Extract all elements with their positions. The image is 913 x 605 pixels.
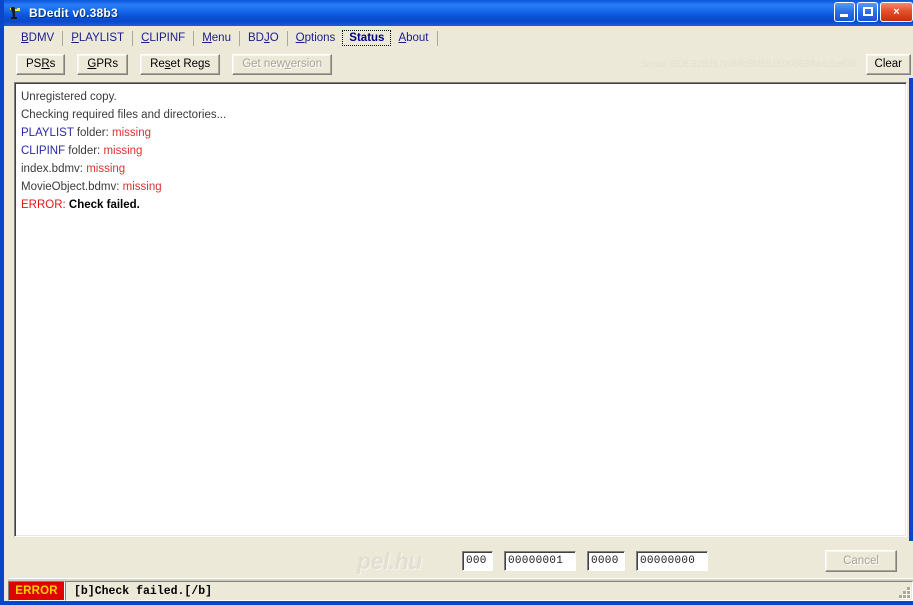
status-log-segment: MovieObject.bdmv: (21, 181, 123, 193)
menu-divider (193, 30, 195, 46)
maximize-icon (863, 7, 873, 16)
menu-divider (238, 30, 240, 46)
status-log-line: index.bdmv: missing (19, 160, 902, 178)
status-log-list: Unregistered copy. Checking required file… (19, 88, 902, 214)
field-3digit[interactable]: 000 (462, 551, 493, 571)
minimize-button[interactable] (834, 2, 855, 22)
menu-item-playlist[interactable]: PLAYLIST (64, 30, 131, 46)
cancel-button[interactable]: Cancel (825, 550, 897, 572)
status-log-line: CLIPINF folder: missing (19, 142, 902, 160)
status-badge: ERROR (8, 581, 65, 601)
status-log-segment: ERROR: (21, 199, 69, 211)
maximize-button[interactable] (857, 2, 878, 22)
status-log-segment: Checking required files and directories.… (21, 109, 227, 121)
field-8digit-b[interactable]: 00000000 (636, 551, 708, 571)
status-log-segment: Check failed. (68, 199, 140, 211)
status-log-line: Checking required files and directories.… (19, 106, 902, 124)
close-icon: × (893, 5, 900, 18)
resize-grip-icon[interactable] (897, 585, 911, 599)
status-bar: ERROR [b]Check failed.[/b] (8, 580, 913, 601)
menu-bar: BDMV PLAYLIST CLIPINF Menu BDJO Options … (8, 26, 913, 50)
menu-divider (436, 30, 438, 46)
menu-item-about[interactable]: About (391, 30, 435, 46)
psrs-button[interactable]: PS Rs (16, 53, 66, 75)
status-log-line: MovieObject.bdmv: missing (19, 178, 902, 196)
window-control-buttons: × (834, 2, 913, 22)
pel-hu-watermark: pel.hu (357, 548, 422, 574)
field-8digit-a[interactable]: 00000001 (504, 551, 576, 571)
menu-item-clipinf[interactable]: CLIPINF (134, 30, 192, 46)
menu-item-status[interactable]: Status (342, 30, 392, 46)
menu-item-bdjo[interactable]: BDJO (241, 30, 286, 46)
status-log-segment: missing (86, 163, 126, 175)
menu-item-bdmv[interactable]: BDMV (14, 30, 61, 46)
reset-regs-button[interactable]: Re s et Regs (140, 53, 221, 75)
menu-divider (62, 30, 64, 46)
status-log-segment: PLAYLIST (21, 127, 74, 139)
serial-label: Serial: BDE328d57c4bfc5fd5515905638a4cbe… (640, 58, 856, 70)
status-log-segment: missing (112, 127, 151, 139)
app-bird-icon (8, 5, 24, 21)
get-new-version-button[interactable]: Get new v ersion (232, 53, 333, 75)
status-message-text: [b]Check failed.[/b] (74, 584, 213, 598)
close-button[interactable]: × (880, 2, 913, 22)
title-bar[interactable]: BDedit v0.38b3 × (4, 0, 913, 26)
application-window: BDedit v0.38b3 × BDMV PLAYLIST CLIPINF M… (0, 0, 913, 605)
status-log-line: PLAYLIST folder: missing (19, 124, 902, 142)
status-log-segment: missing (103, 145, 143, 157)
menu-divider (286, 30, 288, 46)
status-log-segment: folder: (65, 145, 104, 157)
register-fields-group: 000 00000001 0000 00000000 (462, 551, 719, 571)
gprs-button[interactable]: G PRs (77, 53, 129, 75)
minimize-icon (840, 14, 848, 17)
status-log-segment: missing (122, 181, 162, 193)
clear-button[interactable]: Clear (865, 53, 911, 75)
status-log-panel[interactable]: Unregistered copy. Checking required file… (14, 82, 907, 537)
status-message: [b]Check failed.[/b] (65, 581, 913, 601)
bottom-bar (8, 541, 913, 579)
toolbar: PS Rs G PRs Re s et Regs Get new v ersion Ser… (8, 50, 913, 78)
menu-divider (132, 30, 134, 46)
field-4digit[interactable]: 0000 (587, 551, 625, 571)
status-log-segment: folder: (73, 127, 112, 139)
status-log-line: Unregistered copy. (19, 88, 902, 106)
window-title: BDedit v0.38b3 (29, 6, 118, 20)
status-log-line: ERROR: Check failed. (19, 196, 902, 214)
status-log-segment: index.bdmv: (21, 163, 87, 175)
menu-item-menu[interactable]: Menu (195, 30, 238, 46)
status-log-segment: Unregistered copy. (21, 91, 117, 103)
menu-item-options[interactable]: Options (289, 30, 343, 46)
status-log-segment: CLIPINF (21, 145, 66, 157)
